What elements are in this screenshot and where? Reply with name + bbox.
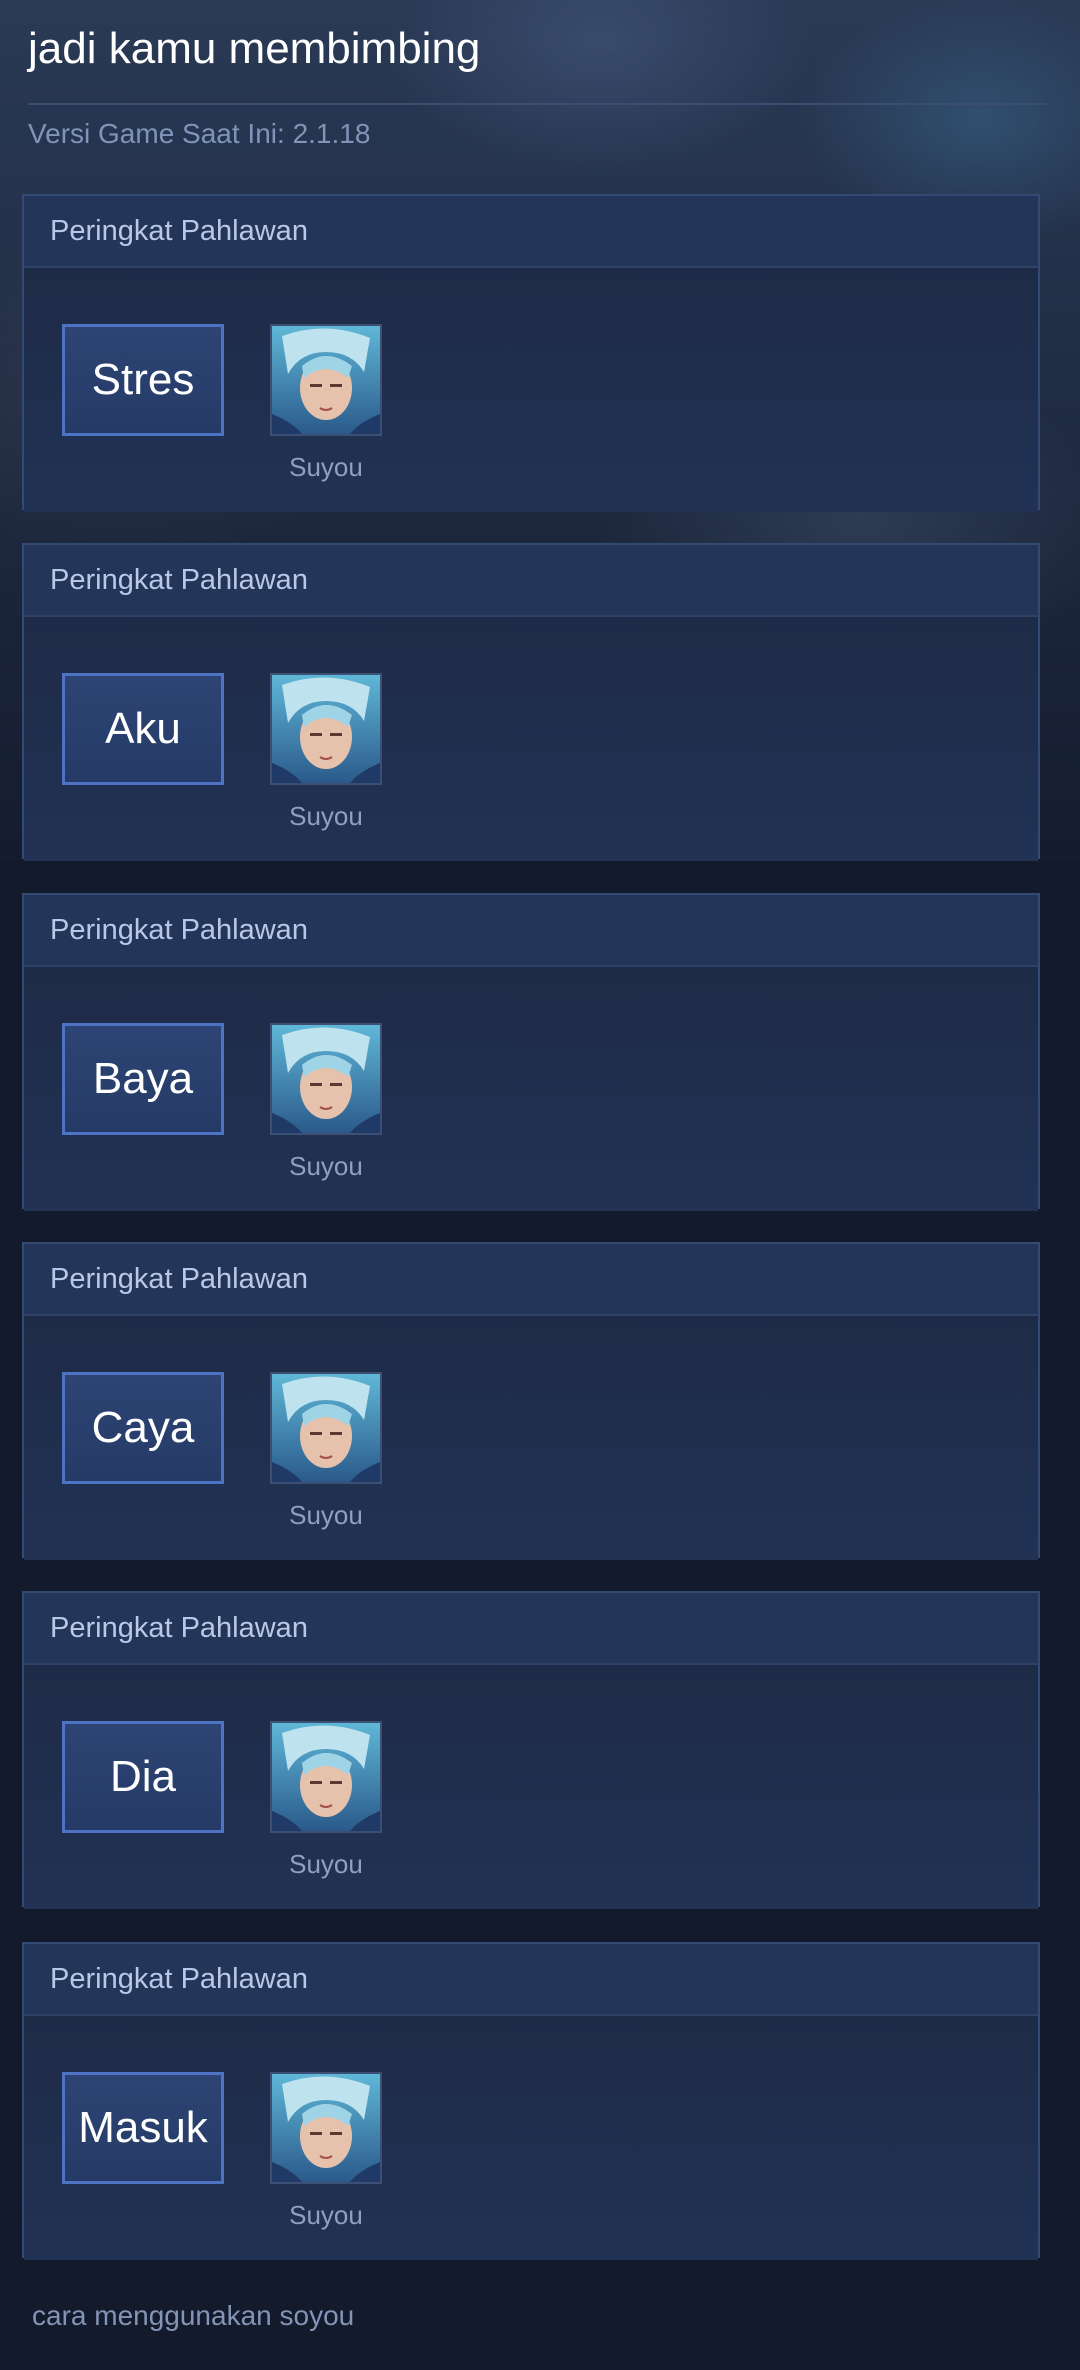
- card-title: Peringkat Pahlawan: [24, 895, 1038, 967]
- hero-avatar[interactable]: [270, 1721, 382, 1833]
- hero-name: Suyou: [289, 801, 363, 831]
- page-title: jadi kamu membimbing: [28, 24, 481, 73]
- rank-button[interactable]: Caya: [62, 1372, 224, 1484]
- hero-name: Suyou: [289, 452, 363, 482]
- card-body: Caya Suyou: [24, 1316, 1038, 1560]
- card-body: Baya Suyou: [24, 967, 1038, 1211]
- card-title: Peringkat Pahlawan: [24, 1944, 1038, 2016]
- hero-rank-card: Peringkat Pahlawan Dia Suyou: [22, 1591, 1040, 1909]
- hero-name: Suyou: [289, 1500, 363, 1530]
- card-body: Dia Suyou: [24, 1665, 1038, 1909]
- hero-name: Suyou: [289, 1151, 363, 1181]
- hero-avatar[interactable]: [270, 2072, 382, 2184]
- hero-rank-card: Peringkat Pahlawan Stres Suyou: [22, 194, 1040, 512]
- hero-rank-card: Peringkat Pahlawan Caya Suyou: [22, 1242, 1040, 1560]
- hero-rank-card: Peringkat Pahlawan Masuk Suyou: [22, 1942, 1040, 2260]
- rank-button[interactable]: Baya: [62, 1023, 224, 1135]
- header-divider: [28, 103, 1046, 105]
- hero-avatar[interactable]: [270, 1372, 382, 1484]
- rank-button[interactable]: Aku: [62, 673, 224, 785]
- rank-button[interactable]: Dia: [62, 1721, 224, 1833]
- hero-avatar[interactable]: [270, 1023, 382, 1135]
- card-title: Peringkat Pahlawan: [24, 1593, 1038, 1665]
- rank-button[interactable]: Stres: [62, 324, 224, 436]
- card-body: Stres Suyou: [24, 268, 1038, 512]
- card-title: Peringkat Pahlawan: [24, 196, 1038, 268]
- hero-rank-card: Peringkat Pahlawan Baya Suyou: [22, 893, 1040, 1211]
- hero-name: Suyou: [289, 2200, 363, 2230]
- rank-button[interactable]: Masuk: [62, 2072, 224, 2184]
- hero-rank-card: Peringkat Pahlawan Aku Suyou: [22, 543, 1040, 861]
- card-body: Masuk Suyou: [24, 2016, 1038, 2260]
- card-title: Peringkat Pahlawan: [24, 1244, 1038, 1316]
- card-title: Peringkat Pahlawan: [24, 545, 1038, 617]
- game-version-text: Versi Game Saat Ini: 2.1.18: [28, 118, 371, 149]
- hero-avatar[interactable]: [270, 324, 382, 436]
- hero-avatar[interactable]: [270, 673, 382, 785]
- how-to-use-link[interactable]: cara menggunakan soyou: [32, 2300, 354, 2332]
- card-body: Aku Suyou: [24, 617, 1038, 861]
- hero-name: Suyou: [289, 1849, 363, 1879]
